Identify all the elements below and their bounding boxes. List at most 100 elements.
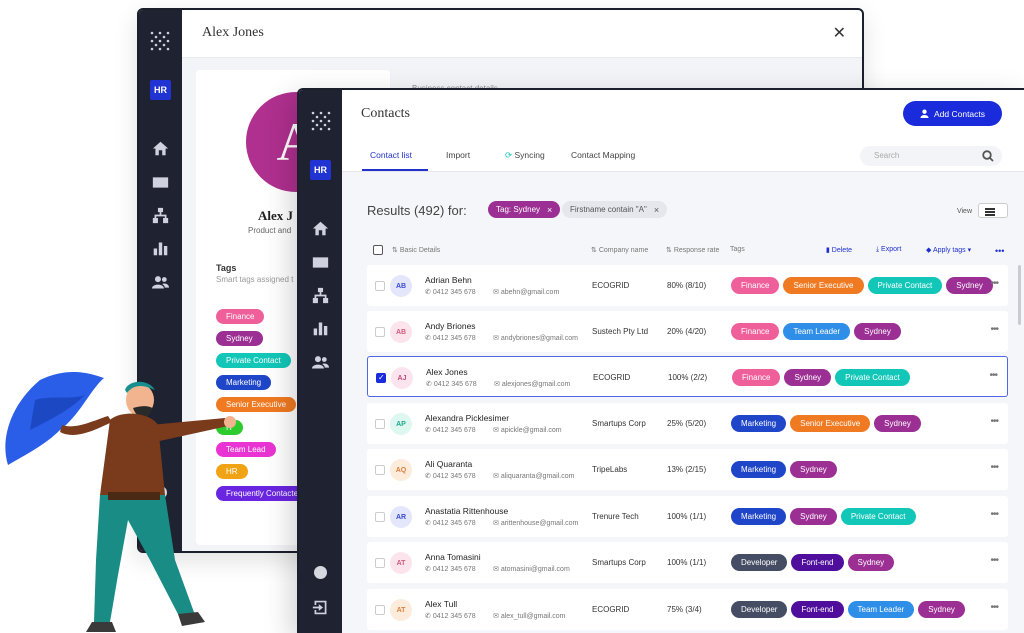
hr-badge[interactable]: HR [150,80,171,100]
remove-filter-icon[interactable]: × [654,205,659,215]
tag-badge[interactable]: Developer [731,554,788,571]
contact-name[interactable]: Ali Quaranta [425,459,472,469]
tag-badge[interactable]: Sydney [784,369,832,386]
add-contacts-button[interactable]: Add Contacts [903,101,1002,126]
tag-badge[interactable]: Finance [731,323,780,340]
table-row[interactable]: AB Andy Briones ✆ 0412 345 678 ✉ andybrione… [367,311,1008,352]
export-button[interactable]: ⤓ Export [876,246,901,254]
apply-tags-button[interactable]: ◆ Apply tags ▾ [926,246,971,254]
phone-icon: ✆ [425,566,433,573]
more-icon[interactable]: ••• [989,370,997,381]
tag-badge[interactable]: Sydney [946,277,993,294]
profile-tag[interactable]: Finance [216,309,265,324]
more-icon[interactable]: ••• [990,602,998,613]
more-icon[interactable]: ••• [995,246,1004,256]
column-company[interactable]: ⇅ Company name [591,246,648,254]
contact-name[interactable]: Andy Briones [425,321,476,331]
status-dot[interactable] [314,566,327,579]
response-rate: 25% (5/20) [667,419,707,428]
tag-badge[interactable]: Sydney [874,415,921,432]
org-chart-icon[interactable] [150,205,170,225]
mail-icon[interactable] [310,252,330,272]
row-checkbox[interactable] [375,605,385,615]
more-icon[interactable]: ••• [990,278,998,289]
row-checkbox[interactable] [375,281,385,291]
search-input[interactable]: Search [860,146,1002,166]
table-row[interactable]: AT Alex Tull ✆ 0412 345 678 ✉ alex_tull@gma… [367,589,1008,630]
contact-name[interactable]: Alex Jones [426,367,468,377]
more-icon[interactable]: ••• [990,555,998,566]
search-icon[interactable] [982,150,994,162]
row-checkbox[interactable] [375,327,385,337]
delete-button[interactable]: ▮ Delete [826,246,852,254]
list-view-icon[interactable] [978,203,1008,218]
tag-badge[interactable]: Sydney [918,601,965,618]
column-response-rate[interactable]: ⇅ Response rate [666,246,719,254]
company-name: ECOGRID [592,605,630,614]
people-icon[interactable] [310,352,330,372]
filter-chip-label: Tag: Sydney [496,205,541,214]
tab-contact-mapping[interactable]: Contact Mapping [571,150,635,160]
row-checkbox[interactable] [375,512,385,522]
tab-syncing[interactable]: ⟳ Syncing [505,150,545,161]
table-row[interactable]: AJ Alex Jones ✆ 0412 345 678 ✉ alexjones@gm… [367,356,1008,397]
hr-badge[interactable]: HR [310,160,331,180]
tag-badge[interactable]: Sydney [790,461,837,478]
tag-badge[interactable]: Marketing [731,508,787,525]
select-all-checkbox[interactable] [373,245,383,255]
filter-chip-tag[interactable]: Tag: Sydney × [488,201,561,218]
home-icon[interactable] [150,138,170,158]
tag-badge[interactable]: Private Contact [835,369,910,386]
profile-tag[interactable]: Sydney [216,331,263,346]
tag-badge[interactable]: Sydney [847,554,895,571]
more-icon[interactable]: ••• [990,509,998,520]
scrollbar[interactable] [1018,265,1021,325]
contact-name[interactable]: Adrian Behn [425,275,472,285]
org-chart-icon[interactable] [310,285,330,305]
row-checkbox[interactable] [375,419,385,429]
filter-chip-firstname[interactable]: Firstname contain "A" × [562,201,668,218]
apply-tags-label: Apply tags [932,247,966,254]
tag-badge[interactable]: Senior Executive [783,277,864,294]
close-icon[interactable]: ✕ [833,23,846,43]
logout-icon[interactable] [310,597,330,617]
table-row[interactable]: AT Anna Tomasini ✆ 0412 345 678 ✉ atomasini… [367,542,1008,583]
people-icon[interactable] [150,272,170,292]
tag-badge[interactable]: Team Leader [847,601,915,618]
contact-name[interactable]: Anastatia Rittenhouse [425,506,508,516]
more-icon[interactable]: ••• [990,416,998,427]
mail-icon[interactable] [150,172,170,192]
remove-filter-icon[interactable]: × [547,205,552,215]
tag-badge[interactable]: Marketing [731,461,787,478]
home-icon[interactable] [310,218,330,238]
table-row[interactable]: AR Anastatia Rittenhouse ✆ 0412 345 678 ✉ a… [367,496,1008,537]
more-icon[interactable]: ••• [990,462,998,473]
tag-badge[interactable]: Senior Executive [790,415,871,432]
row-checkbox[interactable] [375,558,385,568]
tag-badge[interactable]: Font-end [791,554,844,571]
tag-badge[interactable]: Marketing [731,415,787,432]
tab-import[interactable]: Import [446,150,470,160]
table-row[interactable]: AQ Ali Quaranta ✆ 0412 345 678 ✉ aliquarant… [367,449,1008,490]
tag-badge[interactable]: Finance [731,277,780,294]
more-icon[interactable]: ••• [990,324,998,335]
row-checkbox[interactable] [375,465,385,475]
tab-contact-list[interactable]: Contact list [370,150,412,160]
contact-name[interactable]: Anna Tomasini [425,552,481,562]
tag-badge[interactable]: Team Leader [783,323,851,340]
tag-badge[interactable]: Font-end [791,601,844,618]
tag-badge[interactable]: Finance [732,369,781,386]
tag-badge[interactable]: Private Contact [867,277,943,294]
tag-badge[interactable]: Developer [731,601,788,618]
column-basic-details[interactable]: ⇅ Basic Details [392,246,440,254]
contact-name[interactable]: Alexandra Picklesimer [425,413,509,423]
tag-badge[interactable]: Private Contact [840,508,916,525]
row-checkbox[interactable] [376,373,386,383]
table-row[interactable]: AP Alexandra Picklesimer ✆ 0412 345 678 ✉ a… [367,403,1008,444]
bar-chart-icon[interactable] [150,238,170,258]
tag-badge[interactable]: Sydney [790,508,837,525]
contact-name[interactable]: Alex Tull [425,599,457,609]
table-row[interactable]: AB Adrian Behn ✆ 0412 345 678 ✉ abehn@gmail… [367,265,1008,306]
tag-badge[interactable]: Sydney [854,323,901,340]
bar-chart-icon[interactable] [310,318,330,338]
